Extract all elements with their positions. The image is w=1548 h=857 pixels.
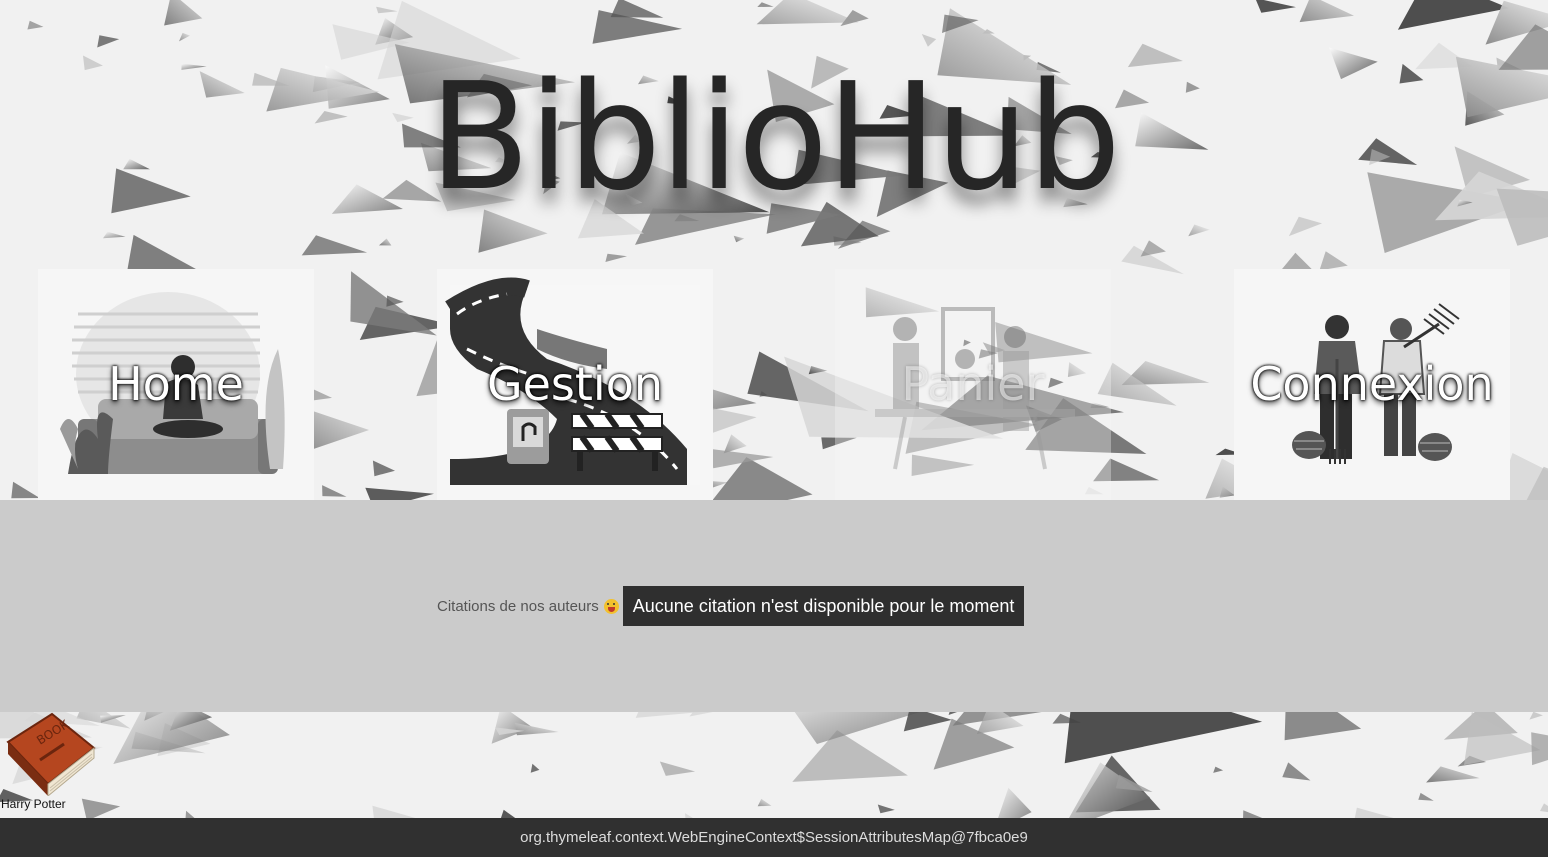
nav-card-connexion[interactable]: Connexion	[1234, 269, 1510, 500]
book-icon: BOOK	[6, 712, 96, 796]
quotes-row: Citations de nos auteurs Aucune citation…	[437, 586, 1025, 626]
nav-card-panier[interactable]: Panier	[835, 269, 1111, 500]
footer-session-info: org.thymeleaf.context.WebEngineContext$S…	[0, 818, 1548, 857]
nav-label-gestion: Gestion	[486, 357, 664, 411]
tongue-out-emoji-icon	[603, 598, 619, 614]
background-shard	[1531, 732, 1548, 766]
nav-card-gestion[interactable]: Gestion	[437, 269, 713, 500]
nav-label-connexion: Connexion	[1250, 357, 1494, 411]
nav-label-panier: Panier	[901, 357, 1045, 411]
site-title: BiblioHub	[428, 51, 1121, 223]
quote-message: Aucune citation n'est disponible pour le…	[622, 586, 1025, 626]
nav-card-home[interactable]: Home	[38, 269, 314, 500]
nav-label-home: Home	[108, 357, 244, 411]
quotes-section: Citations de nos auteurs Aucune citation…	[0, 500, 1548, 712]
quotes-label: Citations de nos auteurs	[437, 597, 599, 615]
book-title: Harry Potter	[1, 797, 66, 811]
